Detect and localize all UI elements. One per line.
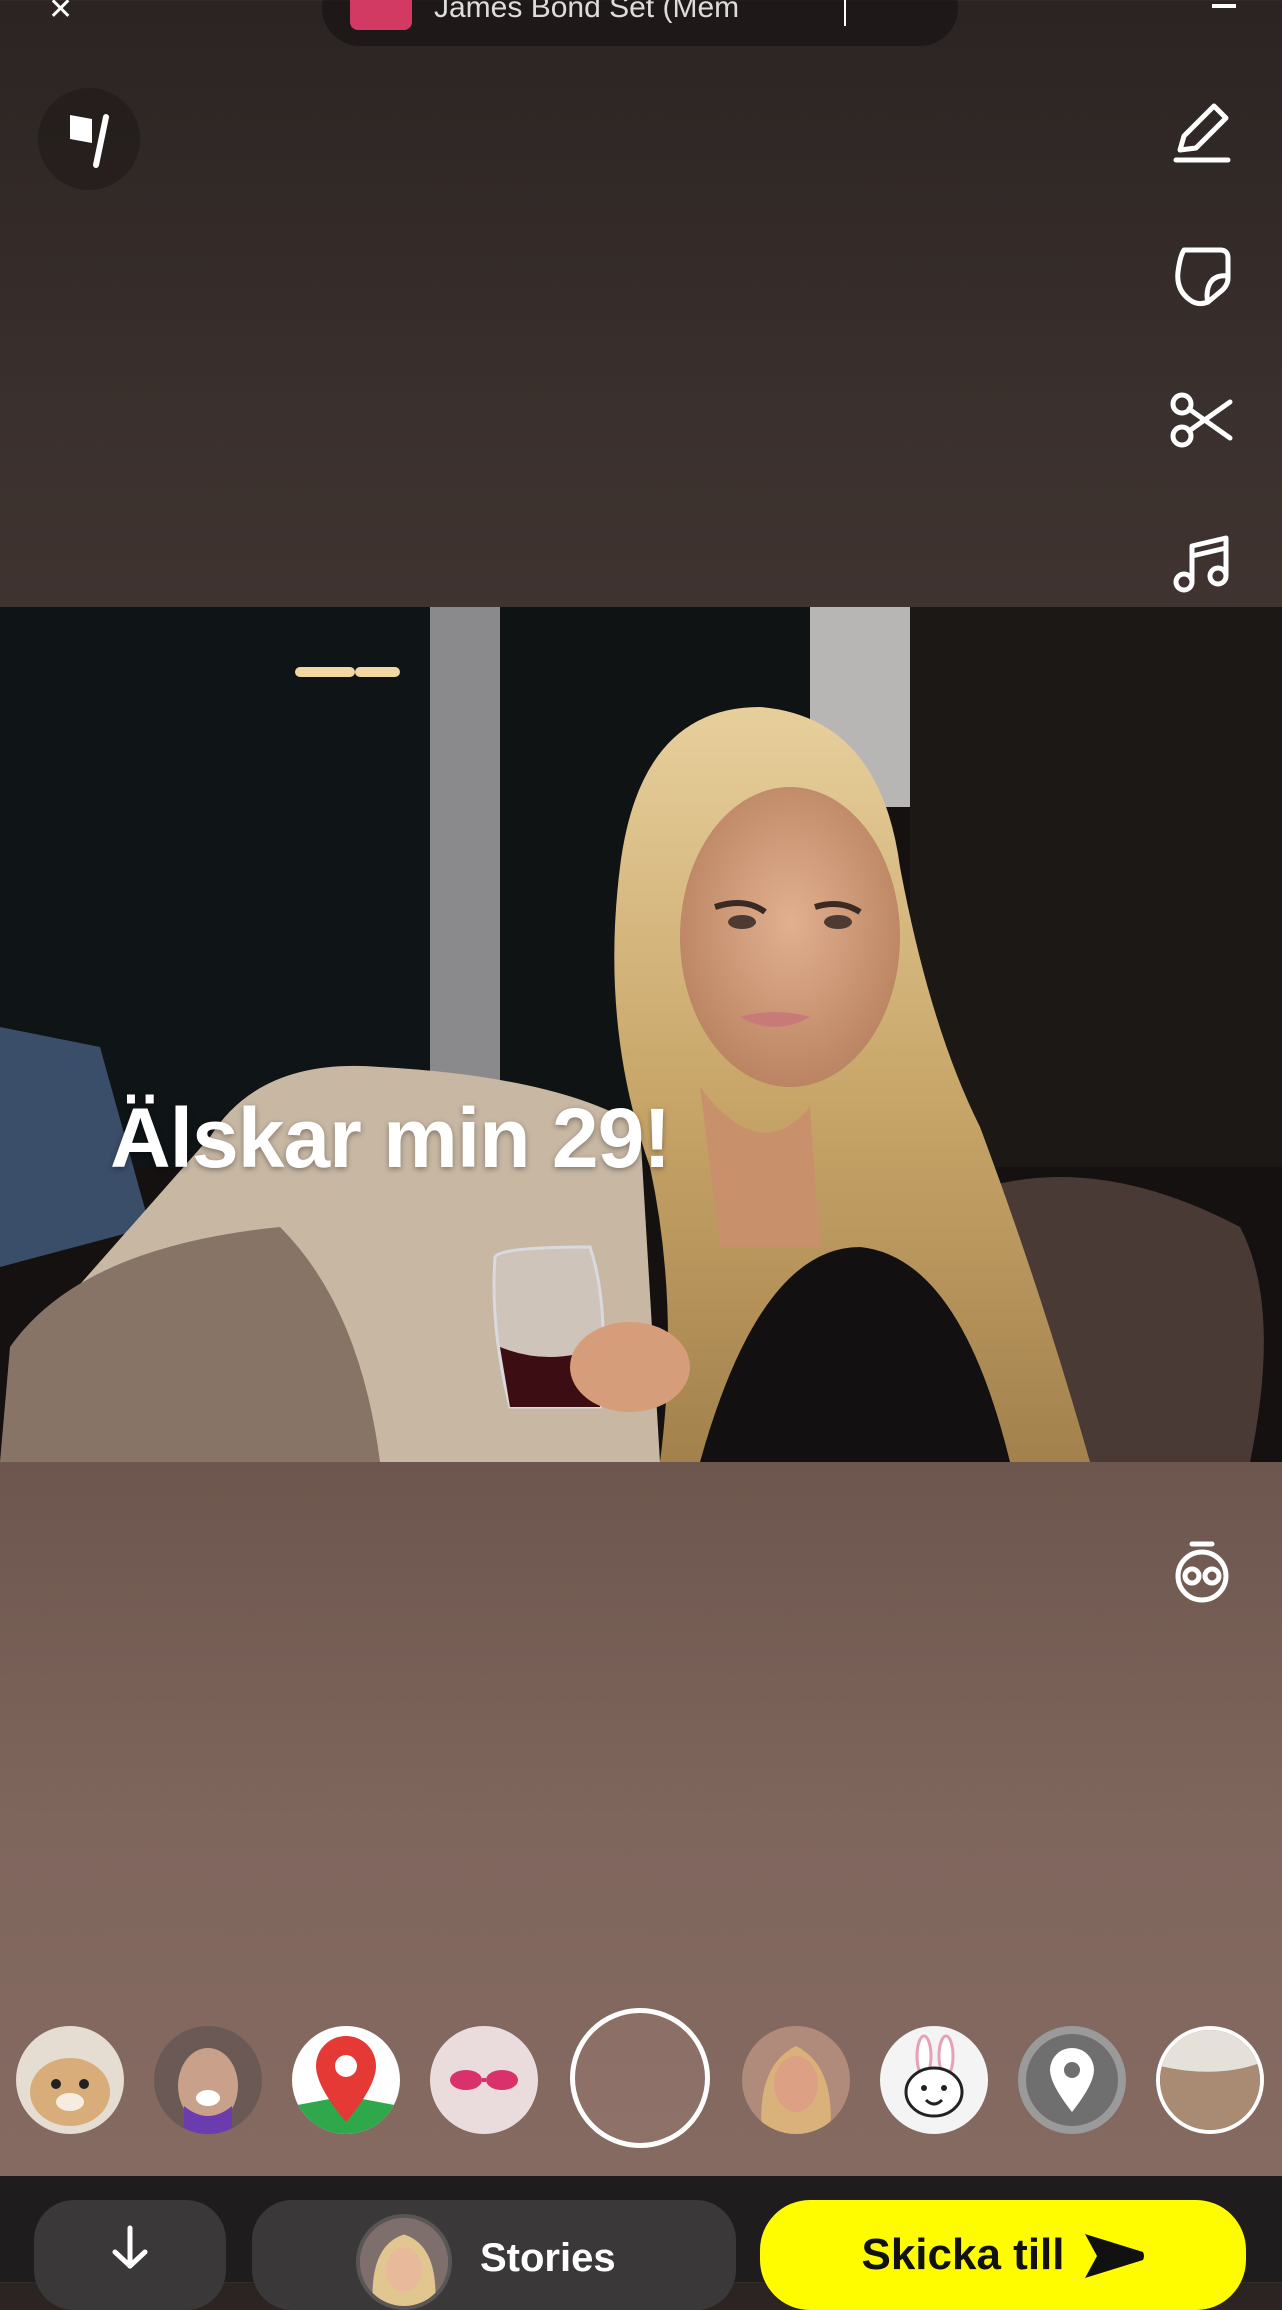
stories-label: Stories [480,2236,616,2280]
timer-icon[interactable] [1152,1522,1252,1622]
music-note-icon[interactable] [1152,514,1252,614]
more-icon[interactable] [1212,0,1236,8]
send-to-button[interactable]: Skicka till [760,2200,1246,2310]
bottom-action-bar: Stories Skicka till [0,2176,1282,2310]
pill-divider [844,0,846,26]
save-button[interactable] [34,2200,226,2310]
flag-icon [70,114,109,168]
lens-face-distort[interactable] [154,2026,262,2134]
lens-blonde-selfie[interactable] [742,2026,850,2134]
pencil-icon[interactable] [1152,82,1252,182]
photo-image [0,607,1282,1462]
lens-grey-pin[interactable] [1018,2026,1126,2134]
flag-button[interactable] [38,88,140,190]
lens-hamster[interactable] [16,2026,124,2134]
snap-photo[interactable] [0,607,1282,1462]
music-cover-icon [350,0,412,30]
top-bar: ✕ James Bond Set (Mem [0,0,1282,60]
caption-text[interactable]: Älskar min 29! [110,1090,671,1187]
stories-button[interactable]: Stories [252,2200,736,2310]
music-track-pill[interactable]: James Bond Set (Mem [322,0,958,46]
close-icon[interactable]: ✕ [48,0,73,27]
music-title: James Bond Set (Mem [434,0,740,24]
send-arrow-icon [1084,2234,1144,2278]
scissors-icon[interactable] [1152,370,1252,470]
lens-carousel [0,2008,1282,2148]
send-label: Skicka till [861,2230,1065,2279]
capture-button[interactable] [570,2008,710,2148]
sticker-icon[interactable] [1152,226,1252,326]
lens-goggles[interactable] [430,2026,538,2134]
lens-location-pin[interactable] [292,2026,400,2134]
download-arrow-icon [112,2225,148,2269]
avatar [356,2214,452,2310]
lens-beach[interactable] [1156,2026,1264,2134]
lens-bunny[interactable] [880,2026,988,2134]
